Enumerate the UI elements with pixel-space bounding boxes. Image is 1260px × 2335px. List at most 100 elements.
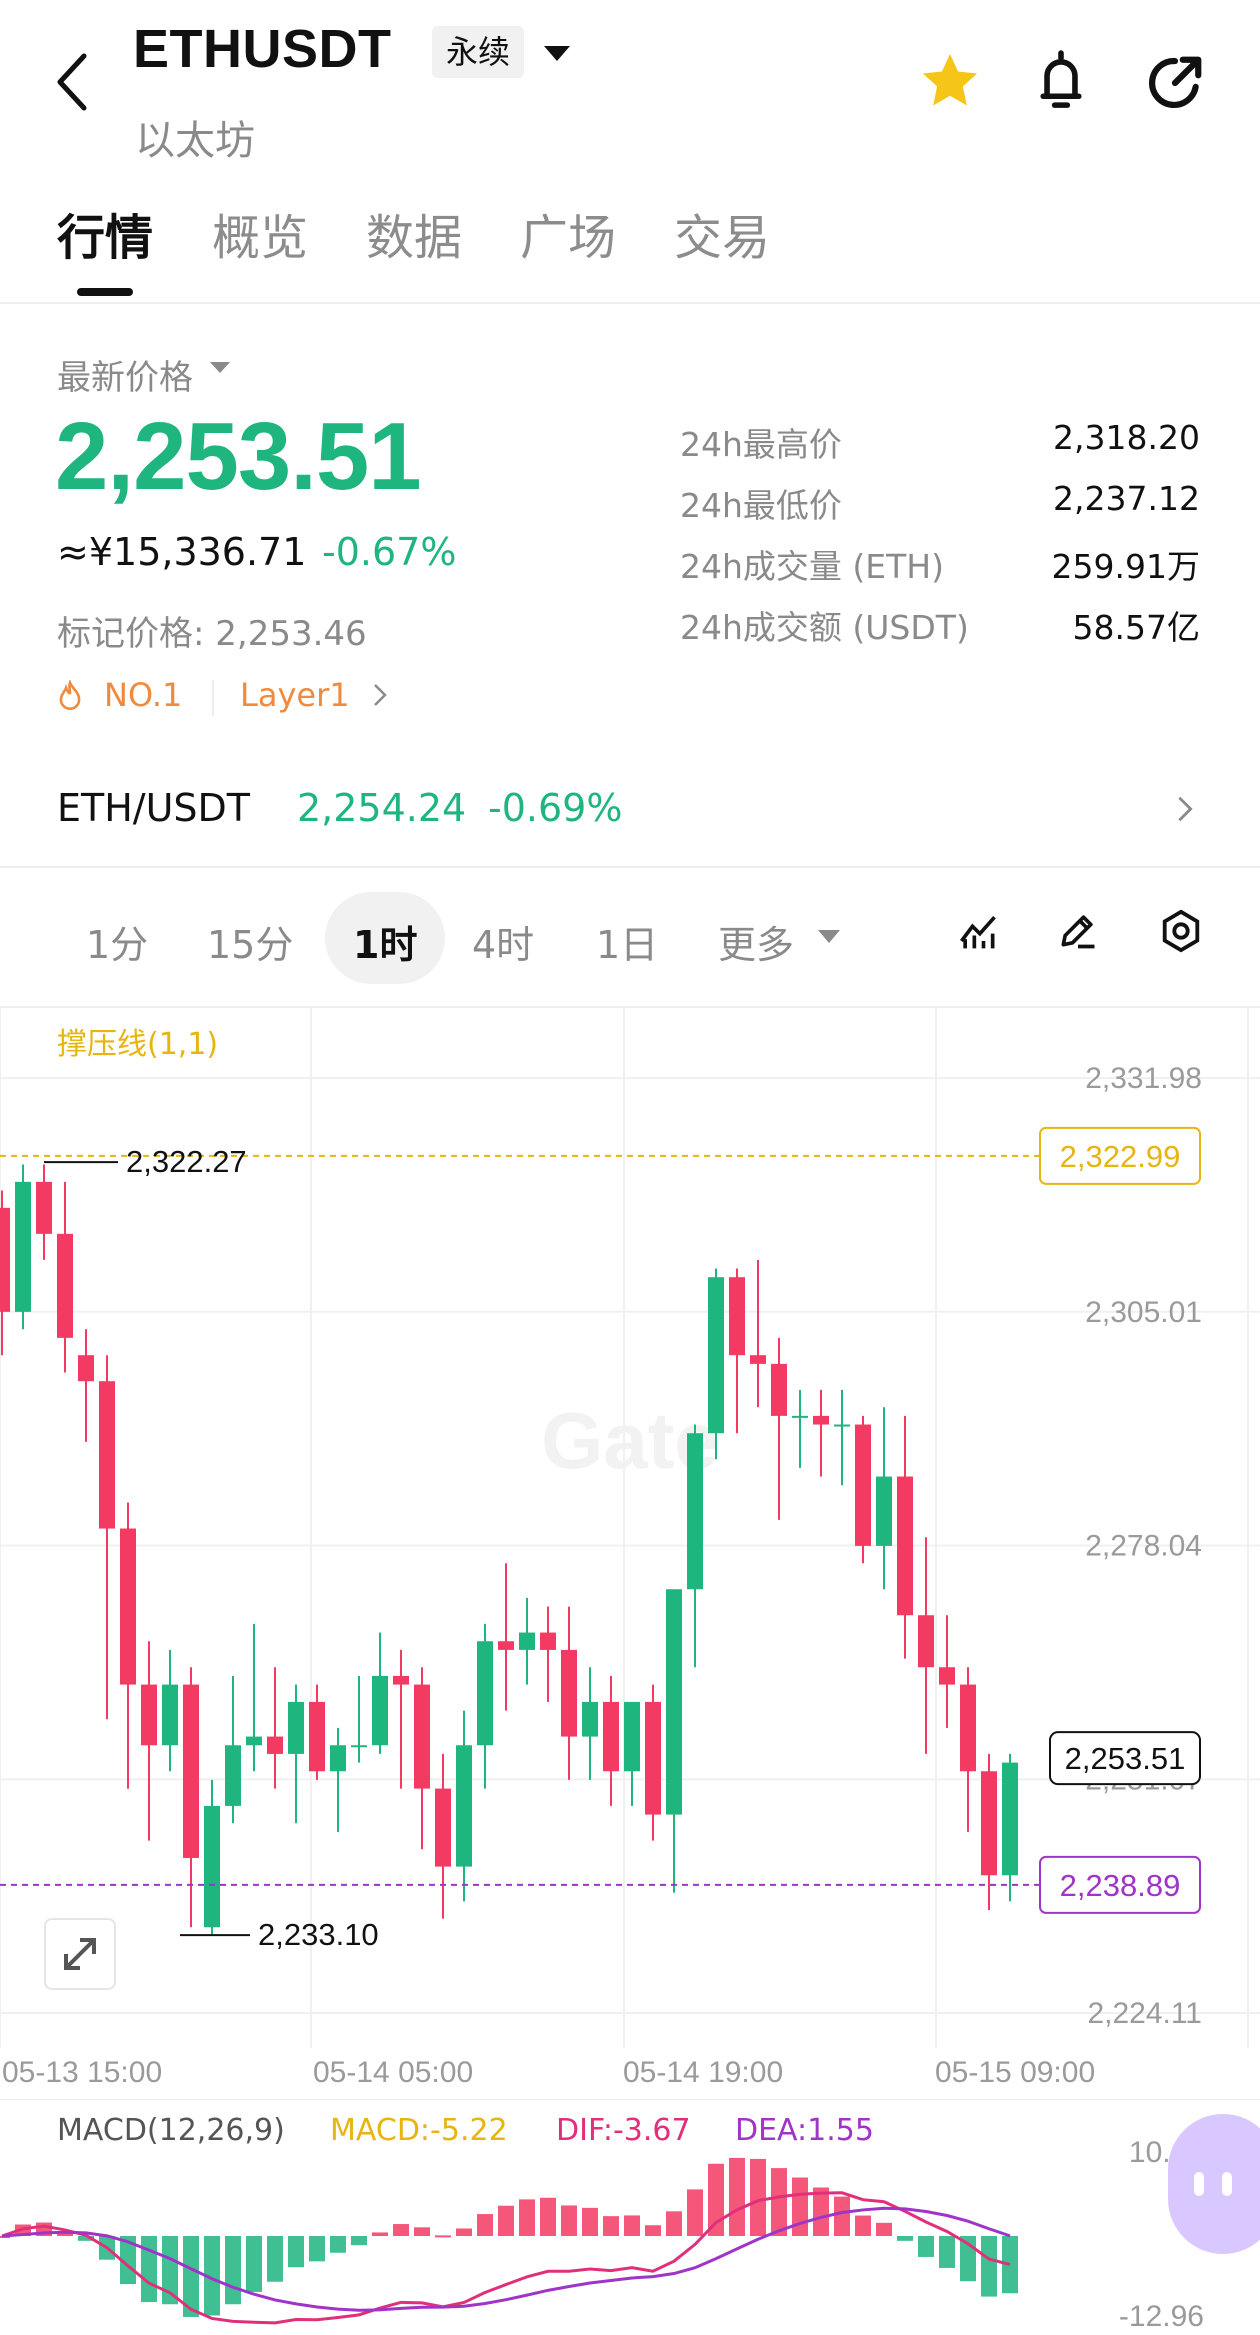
favorite-star-icon[interactable]	[918, 50, 982, 112]
macd-histogram-bar	[246, 2236, 262, 2292]
spot-pair-change: -0.69%	[488, 786, 623, 830]
candle-body	[372, 1675, 388, 1746]
macd-histogram-bar	[1002, 2236, 1018, 2294]
candle-body	[960, 1684, 976, 1772]
macd-y-bottom: -12.96	[1119, 2300, 1204, 2333]
current-price-tag: 2,253.51	[1065, 1741, 1186, 1776]
back-arrow-icon[interactable]	[52, 50, 100, 114]
candle-body	[897, 1476, 913, 1616]
timeframe-1d[interactable]: 1日	[596, 914, 658, 969]
chevron-right-icon[interactable]	[372, 682, 388, 708]
macd-histogram-bar	[267, 2236, 283, 2282]
candle-body	[456, 1745, 472, 1867]
settings-icon[interactable]	[1158, 908, 1204, 954]
candle-body	[246, 1736, 262, 1746]
divider	[0, 866, 1260, 868]
stat-volume-value: 259.91万	[1051, 547, 1200, 586]
macd-histogram-bar	[456, 2228, 472, 2236]
macd-histogram-bar	[918, 2236, 934, 2257]
divider	[212, 680, 214, 716]
candle-body	[729, 1277, 745, 1356]
stat-volume-label: 24h成交量 (ETH)	[680, 547, 944, 586]
y-tick-label: 2,305.01	[1085, 1296, 1202, 1329]
macd-histogram-bar	[666, 2211, 682, 2236]
tab-data[interactable]: 数据	[366, 198, 462, 268]
timeframe-4h[interactable]: 4时	[472, 914, 534, 969]
tab-market[interactable]: 行情	[57, 198, 153, 268]
macd-histogram-bar	[582, 2207, 598, 2236]
candle-body	[330, 1745, 346, 1772]
chevron-down-icon[interactable]	[210, 362, 230, 374]
timeframe-1m[interactable]: 1分	[86, 914, 148, 969]
timeframe-15m[interactable]: 15分	[207, 914, 293, 969]
bell-icon[interactable]	[1030, 48, 1092, 114]
candle-body	[0, 1207, 10, 1312]
candle-body	[57, 1233, 73, 1338]
candle-body	[15, 1181, 31, 1312]
candlestick-chart[interactable]: Gate撑压线(1,1)2,331.982,305.012,278.042,25…	[0, 1008, 1260, 2100]
dea-value: DEA:1.55	[735, 2113, 874, 2148]
indicator-icon[interactable]	[956, 908, 1000, 952]
candle-body	[687, 1433, 703, 1590]
macd-histogram-bar	[561, 2205, 577, 2236]
share-icon[interactable]	[1144, 52, 1206, 114]
symbol-title[interactable]: ETHUSDT	[133, 18, 392, 80]
stat-low-value: 2,237.12	[1053, 479, 1200, 518]
dif-value: DIF:-3.67	[556, 2113, 691, 2148]
candle-body	[498, 1641, 514, 1650]
macd-histogram-bar	[981, 2236, 997, 2297]
expand-chart-button[interactable]	[44, 1918, 116, 1990]
y-tick-label: 2,331.98	[1085, 1062, 1202, 1095]
latest-price-label[interactable]: 最新价格	[57, 350, 193, 399]
candle-body	[981, 1771, 997, 1876]
tab-trade[interactable]: 交易	[674, 198, 770, 268]
macd-histogram-bar	[603, 2216, 619, 2236]
candle-body	[771, 1363, 787, 1416]
candle-body	[267, 1736, 283, 1754]
macd-histogram-bar	[792, 2177, 808, 2236]
macd-histogram-bar	[330, 2236, 346, 2253]
contract-type-badge[interactable]: 永续	[432, 26, 525, 78]
candle-body	[750, 1355, 766, 1364]
candle-body	[834, 1424, 850, 1427]
macd-histogram-bar	[498, 2205, 514, 2236]
macd-histogram-bar	[834, 2196, 850, 2236]
macd-histogram-bar	[393, 2224, 409, 2236]
timeframe-1h[interactable]: 1时	[353, 914, 417, 969]
assistant-bubble[interactable]	[1168, 2114, 1260, 2254]
macd-histogram-bar	[351, 2236, 367, 2246]
macd-histogram-bar	[939, 2236, 955, 2268]
spot-pair-price: 2,254.24	[297, 786, 467, 830]
candle-body	[120, 1528, 136, 1685]
asset-name: 以太坊	[135, 118, 255, 164]
timeframe-more[interactable]: 更多	[718, 914, 794, 969]
candle-body	[141, 1684, 157, 1746]
stat-low-label: 24h最低价	[680, 486, 842, 525]
rank-tag[interactable]: NO.1	[104, 676, 182, 714]
candle-body	[582, 1701, 598, 1737]
candle-body	[792, 1415, 808, 1418]
chevron-down-icon[interactable]	[818, 930, 840, 944]
tab-square[interactable]: 广场	[520, 198, 616, 268]
chevron-down-icon[interactable]	[544, 46, 570, 62]
candle-body	[918, 1615, 934, 1668]
x-tick-label: 05-14 05:00	[313, 2056, 473, 2089]
candle-body	[225, 1745, 241, 1806]
last-price: 2,253.51	[55, 403, 422, 510]
divider	[0, 302, 1260, 304]
candle-body	[540, 1632, 556, 1650]
macd-histogram-bar	[771, 2168, 787, 2236]
macd-histogram-bar	[687, 2189, 703, 2236]
macd-histogram-bar	[288, 2236, 304, 2268]
expand-icon	[64, 1938, 96, 1970]
draw-pen-icon[interactable]	[1056, 908, 1100, 952]
macd-value: MACD:-5.22	[330, 2113, 508, 2148]
spot-pair-name[interactable]: ETH/USDT	[57, 786, 250, 830]
stat-high-value: 2,318.20	[1053, 418, 1200, 457]
candle-body	[603, 1701, 619, 1772]
candle-body	[162, 1684, 178, 1746]
sector-tag[interactable]: Layer1	[240, 676, 350, 714]
tab-overview[interactable]: 概览	[212, 198, 308, 268]
candle-body	[561, 1649, 577, 1737]
chevron-right-icon[interactable]	[1176, 794, 1194, 824]
